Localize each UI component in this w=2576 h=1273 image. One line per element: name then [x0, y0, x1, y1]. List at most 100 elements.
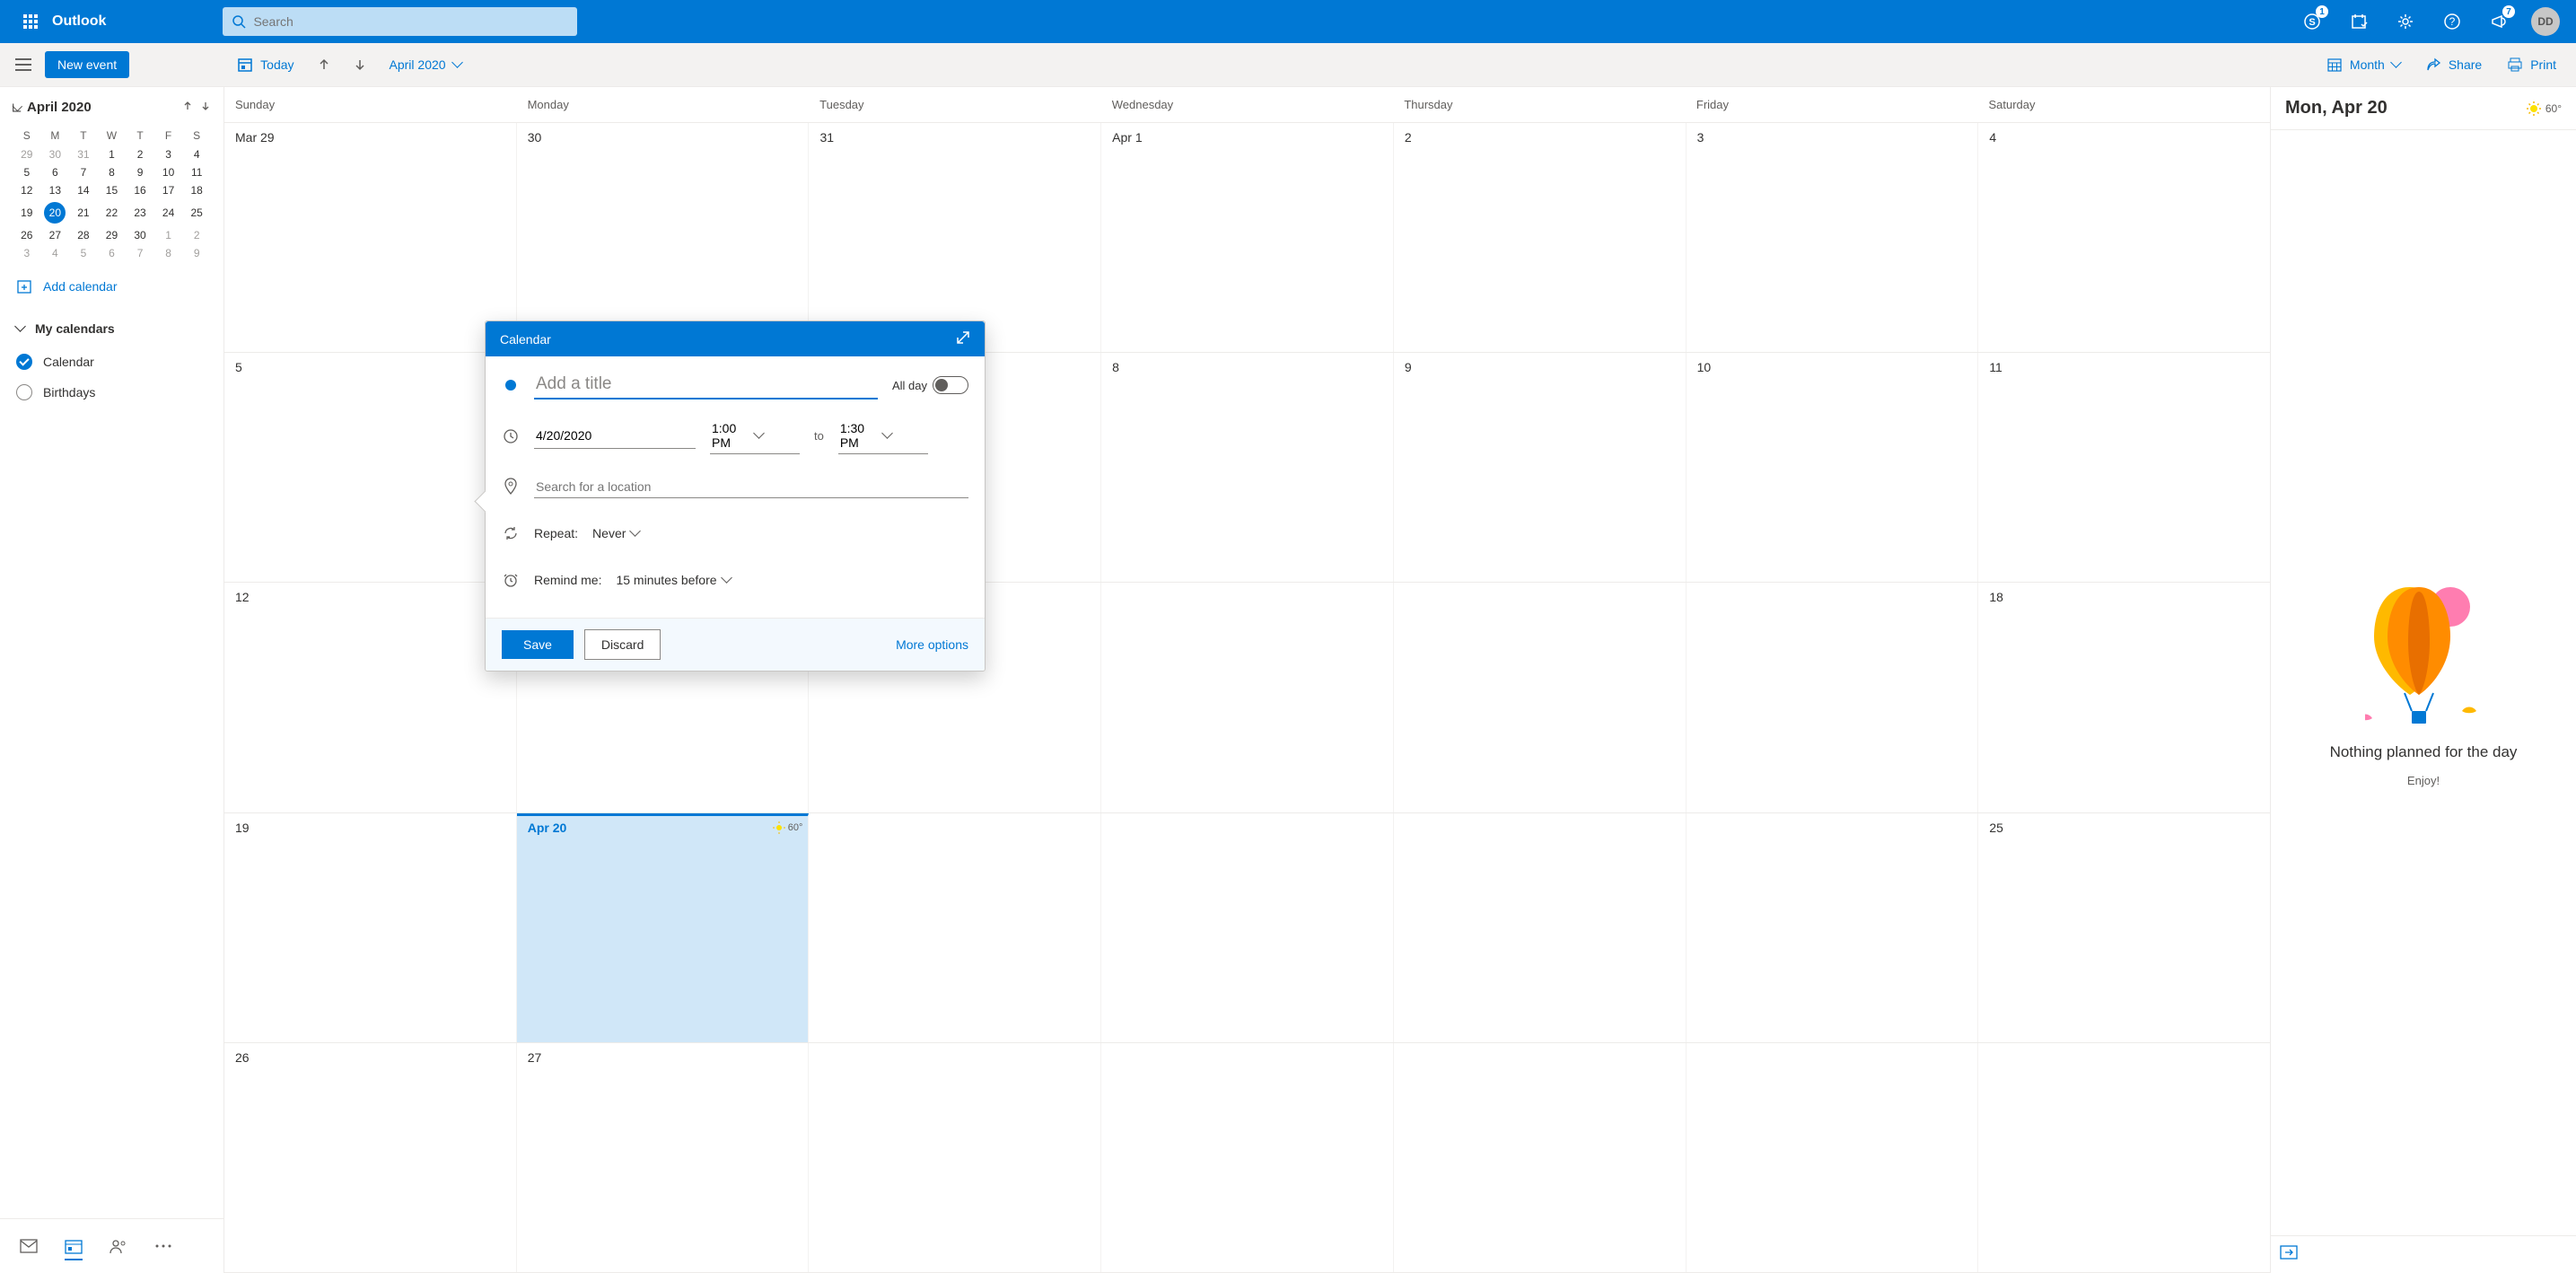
- mini-day[interactable]: 13: [41, 181, 70, 199]
- people-module-icon[interactable]: [101, 1228, 136, 1264]
- day-cell[interactable]: 30: [517, 123, 810, 352]
- mail-module-icon[interactable]: [11, 1228, 47, 1264]
- day-cell[interactable]: 3: [1687, 123, 1979, 352]
- mini-day[interactable]: 20: [41, 199, 70, 226]
- mini-day[interactable]: 23: [126, 199, 154, 226]
- mini-day[interactable]: 31: [69, 145, 98, 163]
- new-event-button[interactable]: New event: [45, 51, 129, 78]
- day-cell[interactable]: Apr 1: [1101, 123, 1394, 352]
- day-cell[interactable]: [1687, 1043, 1979, 1272]
- event-title-input[interactable]: [534, 371, 878, 399]
- expand-compose-icon[interactable]: [956, 330, 970, 347]
- day-cell[interactable]: [1101, 1043, 1394, 1272]
- day-cell[interactable]: 25: [1978, 813, 2270, 1042]
- mini-day[interactable]: 1: [98, 145, 127, 163]
- day-cell[interactable]: 10: [1687, 353, 1979, 582]
- mini-day[interactable]: 21: [69, 199, 98, 226]
- print-button[interactable]: Print: [2498, 51, 2565, 78]
- day-cell[interactable]: 4: [1978, 123, 2270, 352]
- mini-day[interactable]: 27: [41, 226, 70, 244]
- mini-day[interactable]: 4: [182, 145, 211, 163]
- mini-day[interactable]: 1: [154, 226, 183, 244]
- mini-day[interactable]: 14: [69, 181, 98, 199]
- day-cell[interactable]: [1687, 813, 1979, 1042]
- mini-day[interactable]: 11: [182, 163, 211, 181]
- mini-day[interactable]: 30: [41, 145, 70, 163]
- mini-day[interactable]: 3: [154, 145, 183, 163]
- announcements-icon[interactable]: 7: [2477, 0, 2520, 43]
- calendar-item-birthdays[interactable]: Birthdays: [13, 377, 211, 408]
- day-cell[interactable]: [1101, 583, 1394, 812]
- mini-day[interactable]: 10: [154, 163, 183, 181]
- mini-day[interactable]: 9: [182, 244, 211, 262]
- mini-day[interactable]: 7: [126, 244, 154, 262]
- mini-next-button[interactable]: [200, 100, 211, 115]
- settings-icon[interactable]: [2384, 0, 2427, 43]
- today-button[interactable]: Today: [228, 51, 302, 78]
- day-cell[interactable]: [1394, 1043, 1687, 1272]
- chevron-down-icon[interactable]: [13, 101, 22, 110]
- day-cell[interactable]: 31: [809, 123, 1101, 352]
- day-cell[interactable]: 2: [1394, 123, 1687, 352]
- day-cell[interactable]: 5: [224, 353, 517, 582]
- mini-day[interactable]: 2: [126, 145, 154, 163]
- day-cell[interactable]: [1978, 1043, 2270, 1272]
- add-calendar-button[interactable]: Add calendar: [13, 262, 211, 311]
- mini-day[interactable]: 5: [13, 163, 41, 181]
- mini-day[interactable]: 16: [126, 181, 154, 199]
- mini-day[interactable]: 4: [41, 244, 70, 262]
- mini-day[interactable]: 29: [13, 145, 41, 163]
- day-cell[interactable]: 27: [517, 1043, 810, 1272]
- reminder-picker[interactable]: 15 minutes before: [616, 573, 730, 587]
- help-icon[interactable]: ?: [2431, 0, 2474, 43]
- mini-day[interactable]: 26: [13, 226, 41, 244]
- skype-icon[interactable]: S 1: [2291, 0, 2334, 43]
- search-box[interactable]: [223, 7, 577, 36]
- mini-day[interactable]: 25: [182, 199, 211, 226]
- day-cell[interactable]: 18: [1978, 583, 2270, 812]
- account-avatar[interactable]: DD: [2531, 7, 2560, 36]
- start-time-field[interactable]: 1:00 PM: [710, 417, 800, 454]
- day-cell[interactable]: [1687, 583, 1979, 812]
- mini-day[interactable]: 12: [13, 181, 41, 199]
- mini-day[interactable]: 15: [98, 181, 127, 199]
- agenda-collapse-icon[interactable]: [2280, 1245, 2298, 1260]
- mini-day[interactable]: 2: [182, 226, 211, 244]
- nav-toggle-icon[interactable]: [5, 47, 41, 83]
- mini-day[interactable]: 8: [154, 244, 183, 262]
- mini-day[interactable]: 22: [98, 199, 127, 226]
- day-cell[interactable]: Mar 29: [224, 123, 517, 352]
- day-cell[interactable]: [1394, 813, 1687, 1042]
- mini-day[interactable]: 30: [126, 226, 154, 244]
- day-cell[interactable]: [1394, 583, 1687, 812]
- search-input[interactable]: [246, 14, 568, 29]
- date-picker-button[interactable]: April 2020: [381, 52, 470, 77]
- mini-day[interactable]: 5: [69, 244, 98, 262]
- mini-day[interactable]: 3: [13, 244, 41, 262]
- day-cell[interactable]: Apr 2060°: [517, 813, 810, 1042]
- mini-day[interactable]: 24: [154, 199, 183, 226]
- day-cell[interactable]: 19: [224, 813, 517, 1042]
- day-cell[interactable]: 26: [224, 1043, 517, 1272]
- app-launcher-icon[interactable]: [9, 14, 52, 29]
- agenda-weather[interactable]: 60°: [2526, 101, 2562, 117]
- day-cell[interactable]: 9: [1394, 353, 1687, 582]
- view-switcher-button[interactable]: Month: [2318, 51, 2409, 78]
- day-cell[interactable]: [1101, 813, 1394, 1042]
- day-cell[interactable]: 11: [1978, 353, 2270, 582]
- mini-day[interactable]: 6: [98, 244, 127, 262]
- mini-day[interactable]: 19: [13, 199, 41, 226]
- calendar-item-calendar[interactable]: Calendar: [13, 347, 211, 377]
- share-button[interactable]: Share: [2416, 51, 2491, 78]
- start-date-field[interactable]: [534, 423, 696, 449]
- more-modules-icon[interactable]: [145, 1228, 181, 1264]
- repeat-picker[interactable]: Never: [592, 526, 639, 540]
- calendar-module-icon[interactable]: [56, 1228, 92, 1264]
- mini-day[interactable]: 9: [126, 163, 154, 181]
- discard-button[interactable]: Discard: [584, 629, 661, 660]
- checkbox-off-icon[interactable]: [16, 384, 32, 400]
- prev-period-button[interactable]: [309, 53, 339, 76]
- allday-toggle[interactable]: [933, 376, 968, 394]
- more-options-link[interactable]: More options: [896, 637, 968, 652]
- day-cell[interactable]: 8: [1101, 353, 1394, 582]
